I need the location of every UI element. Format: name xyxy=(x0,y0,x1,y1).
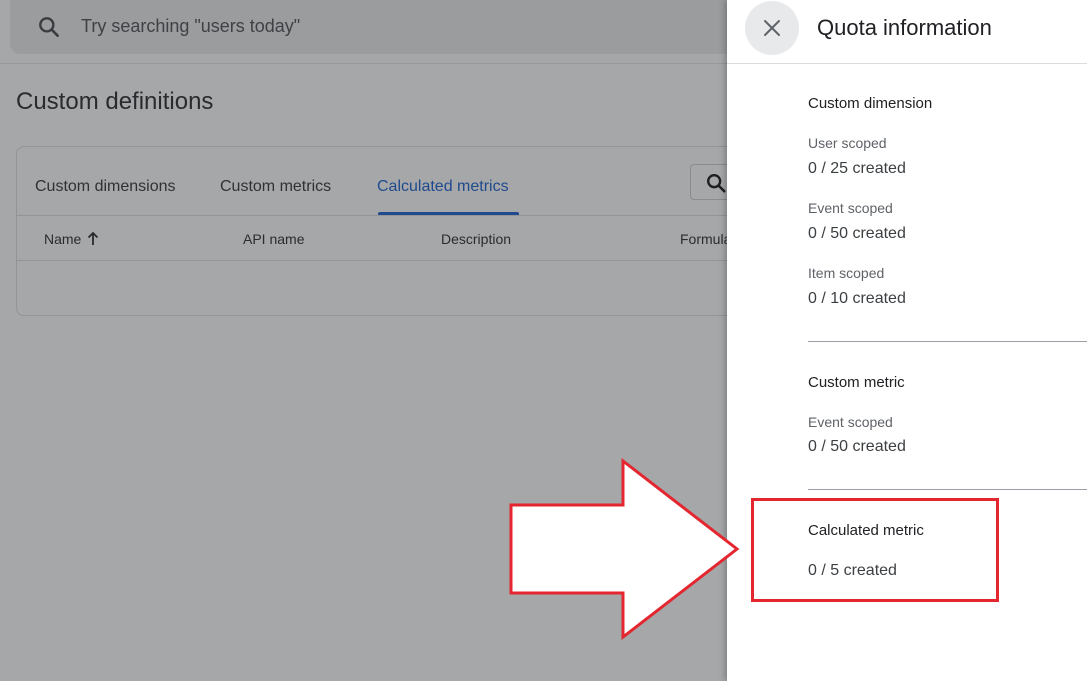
search-input[interactable]: Try searching "users today" xyxy=(81,16,300,37)
section-title-custom-dimension: Custom dimension xyxy=(808,95,933,112)
scope-label-event: Event scoped xyxy=(808,200,893,216)
table-header-row: Name API name Description Formula xyxy=(17,216,775,261)
quota-value-user-dimension: 0 / 25 created xyxy=(808,160,906,177)
annotation-highlight-box xyxy=(751,498,999,602)
close-icon xyxy=(764,20,780,36)
scope-label-event: Event scoped xyxy=(808,414,893,430)
close-button[interactable] xyxy=(745,1,799,55)
search-icon xyxy=(707,174,726,193)
quota-value-item-dimension: 0 / 10 created xyxy=(808,290,906,307)
quota-value-event-dimension: 0 / 50 created xyxy=(808,225,906,242)
scope-label-item: Item scoped xyxy=(808,265,885,281)
section-title-custom-metric: Custom metric xyxy=(808,374,905,391)
panel-title: Quota information xyxy=(817,15,992,40)
arrow-up-icon xyxy=(88,232,99,245)
tab-bar: Custom dimensions Custom metrics Calcula… xyxy=(17,147,775,216)
column-header-name[interactable]: Name xyxy=(44,231,99,247)
panel-header: Quota information xyxy=(727,0,1087,64)
search-icon xyxy=(36,14,62,40)
tab-custom-metrics[interactable]: Custom metrics xyxy=(220,178,331,196)
column-header-description[interactable]: Description xyxy=(441,231,511,247)
column-header-api-name[interactable]: API name xyxy=(243,231,304,247)
active-tab-indicator xyxy=(378,212,519,215)
column-header-formula[interactable]: Formula xyxy=(680,231,731,247)
annotation-arrow-icon xyxy=(509,457,740,641)
scope-label-user: User scoped xyxy=(808,135,887,151)
tab-custom-dimensions[interactable]: Custom dimensions xyxy=(35,178,176,196)
section-divider xyxy=(808,341,1087,342)
column-header-label: Name xyxy=(44,231,82,247)
section-divider xyxy=(808,489,1087,490)
quota-value-event-metric: 0 / 50 created xyxy=(808,438,906,455)
tab-calculated-metrics[interactable]: Calculated metrics xyxy=(377,178,509,196)
search-bar[interactable]: Try searching "users today" xyxy=(10,0,770,54)
definitions-card: Custom dimensions Custom metrics Calcula… xyxy=(16,146,776,316)
page-title: Custom definitions xyxy=(16,88,214,115)
